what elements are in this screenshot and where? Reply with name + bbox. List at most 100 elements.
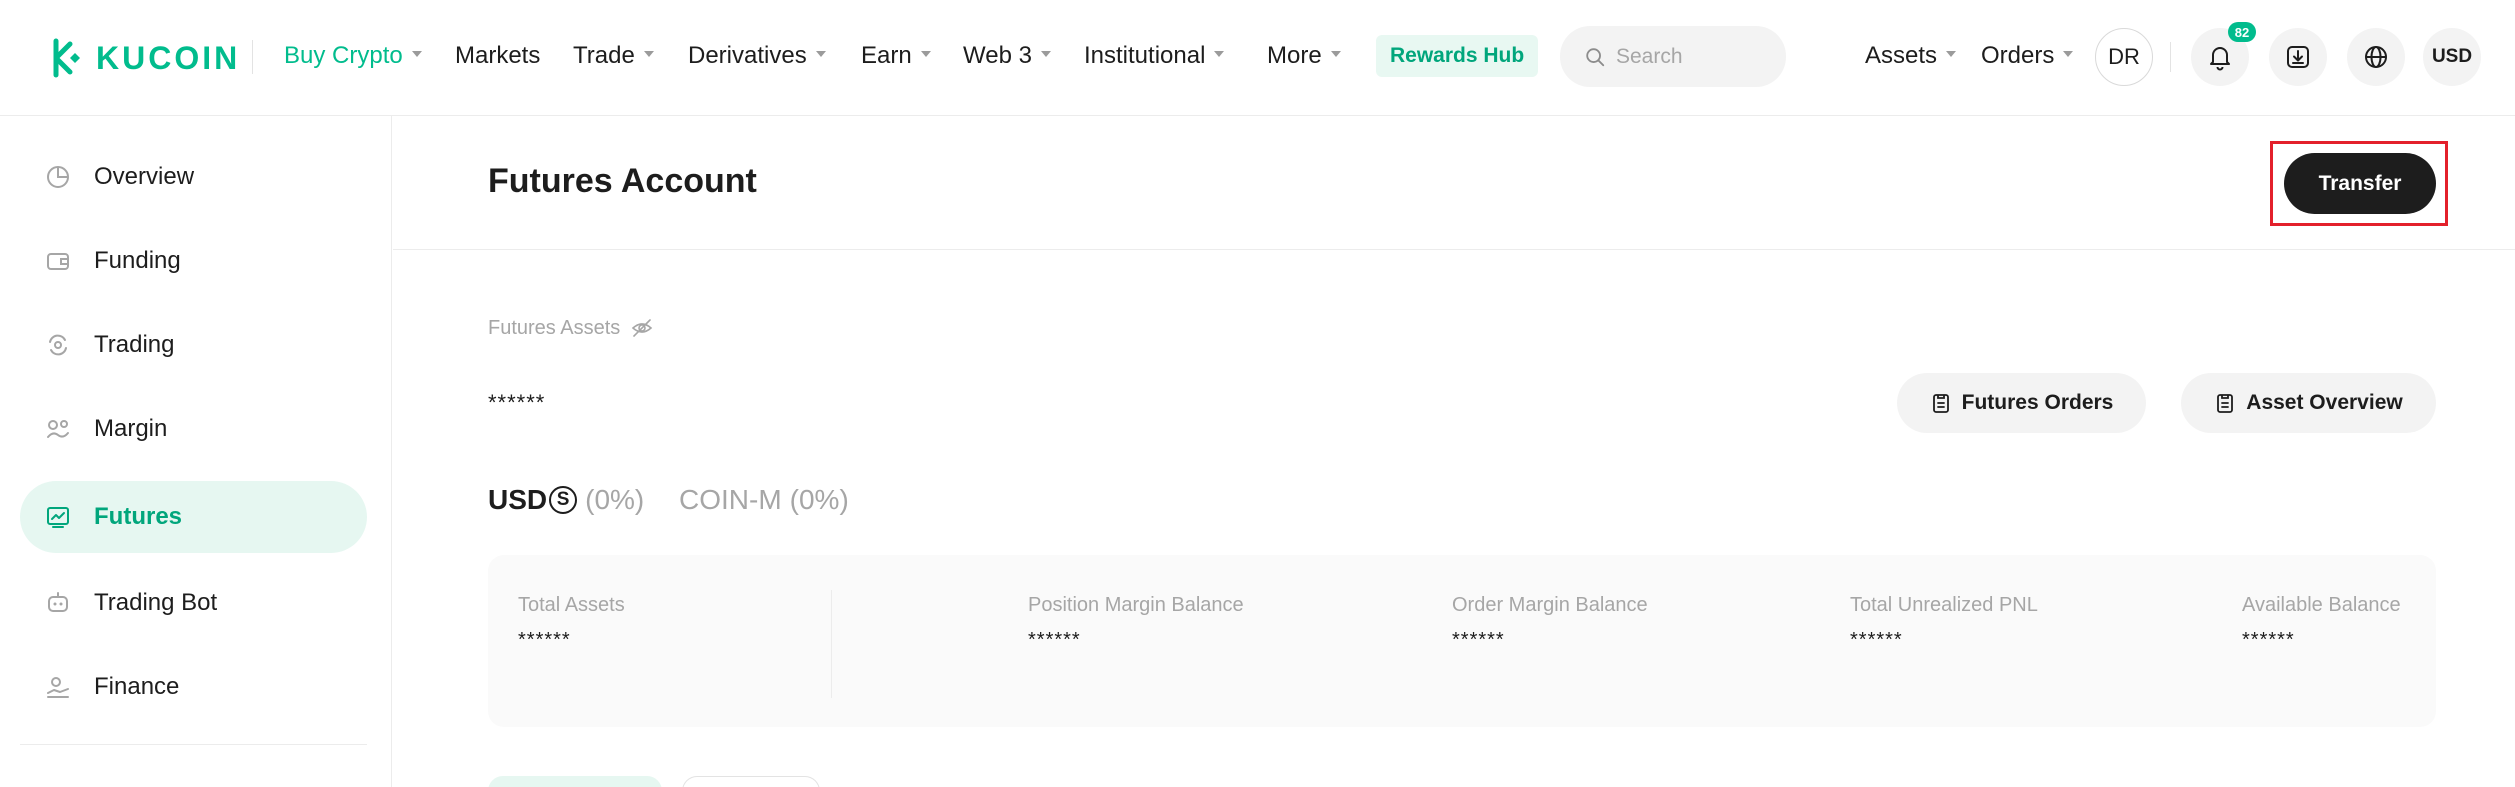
- notification-count-badge: 82: [2228, 22, 2256, 42]
- sidebar-item-trading-bot[interactable]: Trading Bot: [20, 567, 367, 639]
- sidebar-item-finance[interactable]: Finance: [20, 651, 367, 723]
- chevron-down-icon: [1040, 51, 1051, 57]
- bell-icon: [2210, 47, 2230, 71]
- nav-orders[interactable]: Orders: [1981, 0, 2074, 112]
- stat-order-margin-balance: Order Margin Balance ******: [1452, 594, 1648, 652]
- stat-total-assets: Total Assets ******: [518, 594, 625, 652]
- stat-available-balance: Available Balance ******: [2242, 594, 2401, 652]
- position-tab[interactable]: [682, 776, 820, 787]
- stat-value: ******: [518, 629, 571, 651]
- top-header: KUCOIN Buy Crypto Markets Trade Derivati…: [0, 0, 2515, 116]
- currency-button[interactable]: USD: [2423, 28, 2481, 86]
- clipboard-icon: [1932, 394, 1949, 413]
- kucoin-logo[interactable]: KUCOIN: [44, 34, 240, 82]
- finance-icon: [47, 677, 69, 698]
- sidebar-item-funding[interactable]: Funding: [20, 225, 367, 297]
- logo-divider: [252, 40, 253, 74]
- nav-earn[interactable]: Earn: [861, 0, 931, 112]
- nav-markets[interactable]: Markets: [455, 0, 540, 112]
- position-tab-active[interactable]: [488, 776, 662, 787]
- futures-assets-value: ******: [488, 390, 546, 415]
- sidebar-divider: [20, 744, 367, 745]
- nav-assets[interactable]: Assets: [1865, 0, 1957, 112]
- avatar[interactable]: DR: [2095, 28, 2153, 86]
- tab-label: COIN-M: [679, 484, 782, 515]
- nav-label: More: [1267, 42, 1322, 69]
- stat-position-margin-balance: Position Margin Balance ******: [1028, 594, 1244, 652]
- stat-value: ******: [1028, 629, 1081, 651]
- search-input[interactable]: Search: [1560, 26, 1786, 87]
- stat-label: Available Balance: [2242, 594, 2401, 616]
- header-divider: [2170, 42, 2171, 72]
- nav-label: Assets: [1865, 42, 1938, 69]
- tab-coin-m[interactable]: COIN-M (0%): [679, 484, 849, 516]
- chevron-down-icon: [920, 51, 931, 57]
- transfer-button[interactable]: Transfer: [2284, 153, 2436, 214]
- sidebar-item-margin[interactable]: Margin: [20, 393, 367, 465]
- stat-value: ******: [1452, 629, 1505, 651]
- asset-overview-label: Asset Overview: [2246, 391, 2403, 414]
- stat-value: ******: [2242, 629, 2295, 651]
- sidebar: Overview Funding Trading Margin Futures: [0, 116, 392, 787]
- sidebar-item-label: Margin: [94, 415, 168, 442]
- nav-label: Buy Crypto: [284, 42, 403, 69]
- sidebar-item-label: Overview: [94, 163, 195, 190]
- tab-percent: (0%): [585, 484, 645, 515]
- sidebar-item-label: Futures: [94, 503, 183, 530]
- margin-icon: [47, 420, 69, 438]
- nav-label: Markets: [455, 42, 541, 69]
- sidebar-item-label: Finance: [94, 673, 180, 700]
- futures-orders-label: Futures Orders: [1961, 391, 2114, 414]
- nav-label: Institutional: [1084, 42, 1206, 69]
- stat-label: Total Assets: [518, 594, 625, 616]
- tab-percent: (0%): [789, 484, 849, 515]
- nav-institutional[interactable]: Institutional: [1084, 0, 1225, 112]
- page-title: Futures Account: [488, 162, 757, 200]
- stat-label: Total Unrealized PNL: [1850, 594, 2038, 616]
- chevron-down-icon: [411, 51, 422, 57]
- futures-orders-button[interactable]: Futures Orders: [1897, 373, 2146, 433]
- language-button[interactable]: [2347, 28, 2405, 86]
- robot-icon: [48, 592, 68, 612]
- search-icon: [1586, 47, 1605, 66]
- nav-web3[interactable]: Web 3: [963, 0, 1051, 112]
- pie-chart-icon: [47, 166, 69, 188]
- chevron-down-icon: [1214, 51, 1225, 57]
- clipboard-icon: [2217, 394, 2234, 413]
- sidebar-item-overview[interactable]: Overview: [20, 141, 367, 213]
- sidebar-item-trading[interactable]: Trading: [20, 309, 367, 381]
- usds-symbol-icon: S: [549, 486, 578, 514]
- logo-text: KUCOIN: [96, 39, 241, 76]
- tab-label: USD: [488, 484, 548, 515]
- rewards-hub-button[interactable]: Rewards Hub: [1376, 35, 1539, 77]
- nav-trade[interactable]: Trade: [573, 0, 654, 112]
- sidebar-item-label: Trading Bot: [94, 589, 218, 616]
- nav-label: Orders: [1981, 42, 2055, 69]
- eye-hidden-icon[interactable]: [630, 316, 654, 340]
- futures-assets-label: Futures Assets: [488, 316, 654, 340]
- tab-usds-m[interactable]: USD S (0%): [488, 484, 644, 516]
- nav-label: Web 3: [963, 42, 1032, 69]
- download-icon: [2287, 46, 2309, 68]
- chevron-down-icon: [1946, 51, 1957, 57]
- search-placeholder: Search: [1616, 44, 1683, 68]
- download-app-button[interactable]: [2269, 28, 2327, 86]
- sidebar-item-label: Trading: [94, 331, 175, 358]
- nav-derivatives[interactable]: Derivatives: [688, 0, 826, 112]
- stat-label: Order Margin Balance: [1452, 594, 1648, 616]
- globe-icon: [2365, 46, 2387, 68]
- wallet-icon: [47, 253, 69, 270]
- stats-divider: [831, 590, 832, 698]
- futures-chart-icon: [47, 507, 69, 528]
- nav-buy-crypto[interactable]: Buy Crypto: [284, 0, 422, 112]
- chevron-down-icon: [1330, 51, 1341, 57]
- asset-overview-button[interactable]: Asset Overview: [2181, 373, 2436, 433]
- exchange-icon: [49, 334, 67, 356]
- stat-total-unrealized-pnl: Total Unrealized PNL ******: [1850, 594, 2038, 652]
- chevron-down-icon: [815, 51, 826, 57]
- nav-more[interactable]: More: [1267, 0, 1341, 112]
- stat-label: Position Margin Balance: [1028, 594, 1244, 616]
- nav-label: Derivatives: [688, 42, 807, 69]
- sidebar-item-label: Funding: [94, 247, 181, 274]
- sidebar-item-futures[interactable]: Futures: [20, 481, 367, 553]
